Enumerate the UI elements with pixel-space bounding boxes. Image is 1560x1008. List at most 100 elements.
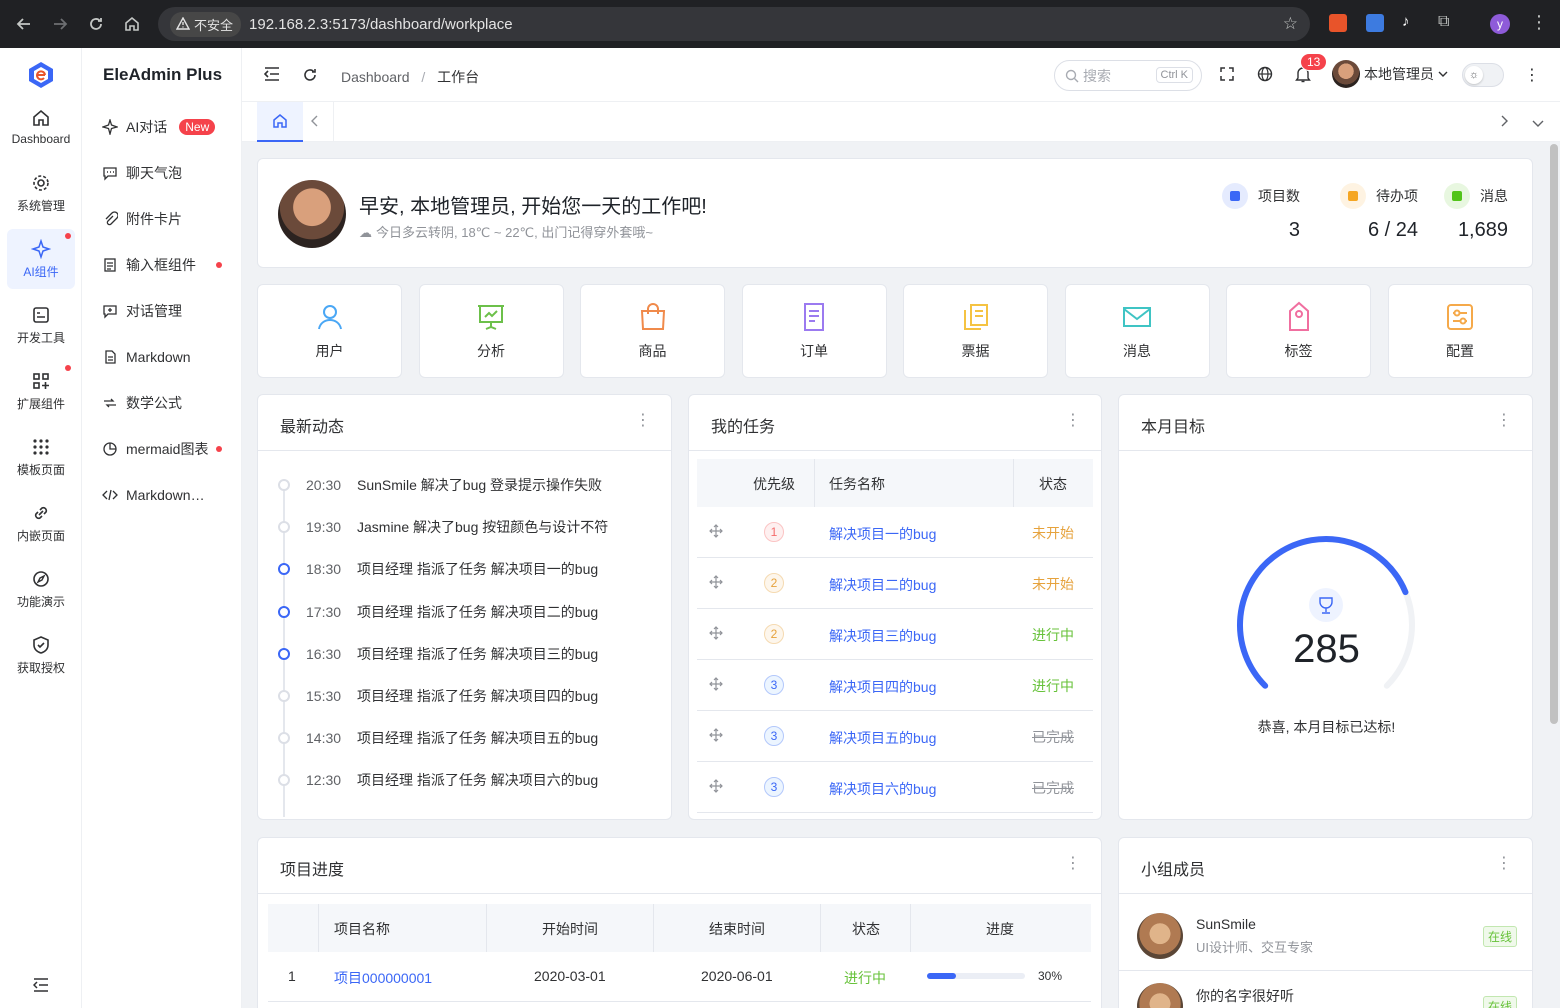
task-name-link[interactable]: 解决项目三的bug bbox=[829, 626, 936, 646]
quick-link-0[interactable]: 用户 bbox=[257, 284, 402, 378]
subnav-item-4[interactable]: 对话管理 bbox=[102, 299, 232, 323]
subnav-item-2[interactable]: 附件卡片 bbox=[102, 207, 232, 231]
profile-avatar[interactable]: y bbox=[1490, 14, 1510, 34]
goal-more-icon[interactable]: ⋮ bbox=[1496, 413, 1512, 429]
home-icon bbox=[33, 109, 49, 126]
drag-handle-icon[interactable] bbox=[709, 575, 723, 592]
quick-link-6[interactable]: 标签 bbox=[1226, 284, 1371, 378]
leftnav-item-2[interactable]: AI组件 bbox=[7, 229, 75, 289]
projects-card: 项目进度 ⋮ 项目名称 开始时间 结束时间 状态 进度 1 项目000000001… bbox=[257, 837, 1102, 1008]
drag-handle-icon[interactable] bbox=[709, 677, 723, 694]
timeline-time: 19:30 bbox=[306, 519, 342, 536]
leftnav-item-4[interactable]: 扩展组件 bbox=[7, 361, 75, 421]
extensions-puzzle-icon[interactable]: ⧉ bbox=[1438, 13, 1449, 31]
quick-link-2[interactable]: 商品 bbox=[580, 284, 725, 378]
extension-icon-1[interactable] bbox=[1329, 14, 1347, 32]
sparkle-icon bbox=[31, 238, 51, 259]
briefcase-icon bbox=[1222, 183, 1248, 209]
user-icon bbox=[317, 305, 342, 330]
refresh-icon[interactable] bbox=[302, 67, 318, 86]
back-icon[interactable] bbox=[6, 6, 42, 42]
team-member[interactable]: SunSmile UI设计师、交互专家 在线 bbox=[1119, 901, 1533, 971]
leftnav-item-8[interactable]: 获取授权 bbox=[7, 625, 75, 685]
leftnav-item-3[interactable]: 开发工具 bbox=[7, 295, 75, 355]
subnav-item-5[interactable]: Markdown bbox=[102, 345, 232, 369]
goal-card: 本月目标 ⋮ 285 恭喜, 本月目标已达标! bbox=[1118, 394, 1533, 820]
theme-toggle[interactable]: ☼ bbox=[1462, 63, 1504, 87]
drag-handle-icon[interactable] bbox=[709, 626, 723, 643]
col-status: 状态 bbox=[1039, 476, 1067, 492]
task-status: 进行中 bbox=[1032, 678, 1074, 694]
subnav-item-0[interactable]: AI对话 New bbox=[102, 115, 232, 139]
extension-icon-2[interactable] bbox=[1366, 14, 1384, 32]
quick-link-1[interactable]: 分析 bbox=[418, 284, 564, 378]
tiktok-extension-icon[interactable]: ♪ bbox=[1402, 13, 1410, 30]
subnav-item-7[interactable]: mermaid图表 bbox=[102, 437, 232, 461]
collapse-sidebar-icon[interactable] bbox=[32, 978, 49, 995]
drag-handle-icon[interactable] bbox=[709, 524, 723, 541]
project-name-link[interactable]: 项目000000001 bbox=[334, 968, 432, 988]
leftnav-item-7[interactable]: 功能演示 bbox=[7, 559, 75, 619]
drag-handle-icon[interactable] bbox=[709, 728, 723, 745]
search-input[interactable]: 搜索 Ctrl K bbox=[1054, 60, 1202, 91]
goal-header: 本月目标 ⋮ bbox=[1119, 395, 1532, 451]
reload-icon[interactable] bbox=[78, 6, 114, 42]
task-name-link[interactable]: 解决项目四的bug bbox=[829, 677, 936, 697]
leftnav-label: 获取授权 bbox=[16, 660, 65, 675]
browser-menu-icon[interactable]: ⋮ bbox=[1530, 12, 1548, 33]
task-name-link[interactable]: 解决项目六的bug bbox=[829, 779, 936, 799]
forward-icon[interactable] bbox=[42, 6, 78, 42]
leftnav-item-0[interactable]: Dashboard bbox=[7, 97, 75, 157]
projects-more-icon[interactable]: ⋮ bbox=[1065, 856, 1081, 872]
tag-icon bbox=[1288, 301, 1309, 331]
timeline-item: 12:30 项目经理 指派了任务 解决项目六的bug bbox=[258, 768, 658, 792]
quick-link-3[interactable]: 订单 bbox=[741, 284, 887, 378]
quick-link-4[interactable]: 票据 bbox=[903, 284, 1048, 378]
home-browser-icon[interactable] bbox=[114, 6, 150, 42]
quick-link-7[interactable]: 配置 bbox=[1387, 284, 1533, 378]
tab-bar bbox=[242, 102, 1560, 142]
subnav-item-8[interactable]: Markdown编辑器 bbox=[102, 483, 232, 507]
presentation-icon bbox=[478, 305, 504, 330]
drag-handle-icon[interactable] bbox=[709, 779, 723, 796]
team-more-icon[interactable]: ⋮ bbox=[1496, 856, 1512, 872]
task-name-link[interactable]: 解决项目一的bug bbox=[829, 524, 936, 544]
security-warning[interactable]: 不安全 bbox=[170, 11, 242, 37]
bookmark-star-icon[interactable]: ☆ bbox=[1283, 14, 1298, 34]
leftnav-item-1[interactable]: 系统管理 bbox=[7, 163, 75, 223]
tab-home[interactable] bbox=[257, 102, 303, 142]
user-menu[interactable]: 本地管理员 bbox=[1332, 60, 1448, 88]
tabs-scroll-right-icon[interactable] bbox=[1499, 114, 1509, 131]
subnav-item-6[interactable]: 数学公式 bbox=[102, 391, 232, 415]
notification-badge: 13 bbox=[1300, 53, 1328, 71]
breadcrumb-separator: / bbox=[421, 69, 426, 85]
task-name-link[interactable]: 解决项目二的bug bbox=[829, 575, 936, 595]
page-scrollbar[interactable] bbox=[1550, 144, 1558, 724]
leftnav-item-6[interactable]: 内嵌页面 bbox=[7, 493, 75, 553]
stat-label: 消息 bbox=[1480, 188, 1508, 204]
fullscreen-icon[interactable] bbox=[1220, 67, 1234, 84]
leftnav-item-5[interactable]: 模板页面 bbox=[7, 427, 75, 487]
address-bar[interactable]: 不安全 192.168.2.3:5173/dashboard/workplace… bbox=[158, 7, 1310, 41]
subnav-label: Markdown bbox=[126, 349, 191, 365]
timeline-dot bbox=[278, 647, 290, 660]
activity-more-icon[interactable]: ⋮ bbox=[635, 413, 651, 429]
timeline-item: 15:30 项目经理 指派了任务 解决项目四的bug bbox=[258, 684, 658, 708]
shopping-bag-icon bbox=[640, 303, 665, 330]
leftnav-label: 功能演示 bbox=[16, 594, 65, 609]
header-more-icon[interactable]: ⋮ bbox=[1524, 65, 1540, 85]
quick-link-5[interactable]: 消息 bbox=[1064, 284, 1210, 378]
tasks-more-icon[interactable]: ⋮ bbox=[1065, 413, 1081, 429]
tabs-dropdown-icon[interactable] bbox=[1532, 116, 1544, 132]
task-name-link[interactable]: 解决项目五的bug bbox=[829, 728, 936, 748]
breadcrumb-root[interactable]: Dashboard bbox=[341, 69, 410, 85]
task-status: 已完成 bbox=[1032, 780, 1074, 796]
subnav-item-1[interactable]: 聊天气泡 bbox=[102, 161, 232, 185]
subnav-item-3[interactable]: 输入框组件 bbox=[102, 253, 232, 277]
member-name: 你的名字很好听 bbox=[1196, 988, 1294, 1004]
tabs-scroll-left-icon[interactable] bbox=[310, 114, 320, 131]
team-member[interactable]: 你的名字很好听 在线 bbox=[1119, 971, 1533, 1008]
language-globe-icon[interactable] bbox=[1257, 66, 1273, 85]
team-header: 小组成员 ⋮ bbox=[1119, 838, 1532, 894]
collapse-menu-icon[interactable] bbox=[263, 67, 280, 84]
